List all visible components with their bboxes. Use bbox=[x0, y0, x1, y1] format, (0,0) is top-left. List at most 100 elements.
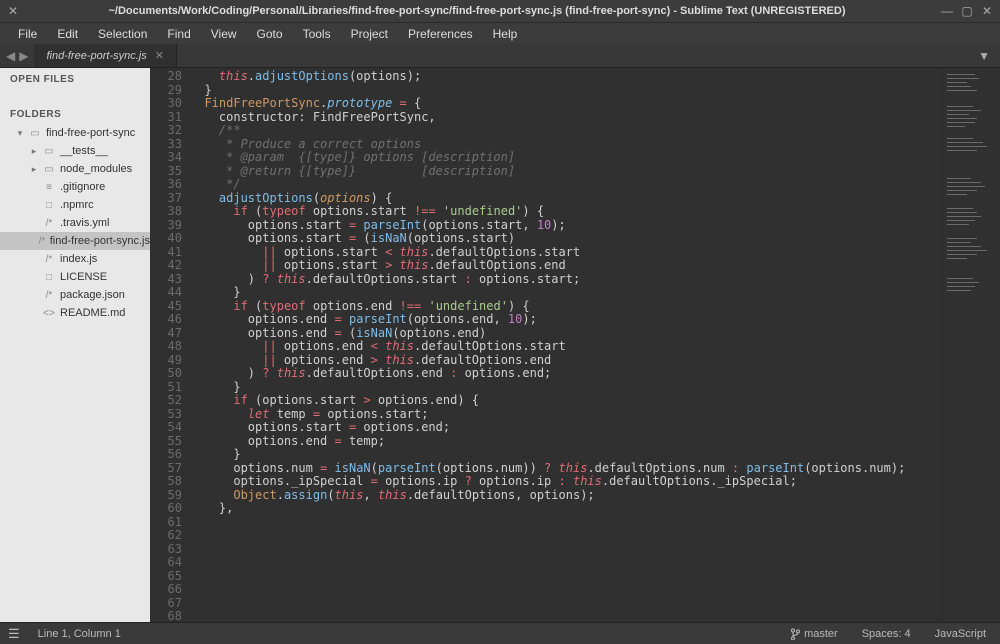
code-line: FindFreePortSync.prototype = { bbox=[190, 97, 942, 111]
code-line: adjustOptions(options) { bbox=[190, 192, 942, 206]
code-line: options.start = parseInt(options.start, … bbox=[190, 219, 942, 233]
line-gutter: 2829303132333435363738394041424344454647… bbox=[150, 68, 190, 622]
file-index-js[interactable]: /*index.js bbox=[0, 250, 150, 268]
file-LICENSE[interactable]: □ LICENSE bbox=[0, 268, 150, 286]
project-root[interactable]: ▾ ▭ find-free-port-sync bbox=[0, 124, 150, 142]
menu-project[interactable]: Project bbox=[341, 25, 398, 43]
file-README-md[interactable]: <> README.md bbox=[0, 304, 150, 322]
file-icon: /* bbox=[42, 218, 56, 229]
window-titlebar: ✕ ~/Documents/Work/Coding/Personal/Libra… bbox=[0, 0, 1000, 22]
folder-__tests__[interactable]: ▸▭__tests__ bbox=[0, 142, 150, 160]
branch-name: master bbox=[804, 628, 838, 640]
tab-label: find-free-port-sync.js bbox=[46, 50, 146, 62]
code-line: if (typeof options.end !== 'undefined') … bbox=[190, 300, 942, 314]
code-line: options.num = isNaN(parseInt(options.num… bbox=[190, 462, 942, 476]
folder-node_modules[interactable]: ▸ ▭ node_modules bbox=[0, 160, 150, 178]
menu-file[interactable]: File bbox=[8, 25, 47, 43]
syntax[interactable]: JavaScript bbox=[929, 626, 992, 642]
code-line: } bbox=[190, 286, 942, 300]
window-title: ~/Documents/Work/Coding/Personal/Librari… bbox=[20, 5, 934, 17]
file-icon: ≡ bbox=[42, 182, 56, 193]
folder-label: __tests__ bbox=[60, 145, 108, 157]
menu-find[interactable]: Find bbox=[157, 25, 200, 43]
menu-preferences[interactable]: Preferences bbox=[398, 25, 483, 43]
menu-edit[interactable]: Edit bbox=[47, 25, 88, 43]
file-label: README.md bbox=[60, 307, 125, 319]
status-bar: ☰ Line 1, Column 1 master Spaces: 4 Java… bbox=[0, 622, 1000, 644]
code-line: Object.assign(this, this.defaultOptions,… bbox=[190, 489, 942, 503]
tab-close-icon[interactable]: ✕ bbox=[155, 49, 164, 62]
file-label: .gitignore bbox=[60, 181, 105, 193]
file-label: .travis.yml bbox=[60, 217, 110, 229]
file-icon: /* bbox=[38, 236, 45, 247]
code-area[interactable]: this.adjustOptions(options); } FindFreeP… bbox=[190, 68, 942, 622]
close-icon[interactable]: ✕ bbox=[6, 4, 20, 18]
code-line: this.adjustOptions(options); bbox=[190, 70, 942, 84]
history-forward-icon[interactable]: ▶ bbox=[19, 49, 28, 63]
code-line: || options.start < this.defaultOptions.s… bbox=[190, 246, 942, 260]
folders-header: FOLDERS bbox=[0, 103, 150, 124]
code-line: if (options.start > options.end) { bbox=[190, 394, 942, 408]
code-line: options.start = (isNaN(options.start) bbox=[190, 232, 942, 246]
menu-selection[interactable]: Selection bbox=[88, 25, 157, 43]
code-line: * @param {[type]} options [description] bbox=[190, 151, 942, 165]
folder-label: node_modules bbox=[60, 163, 132, 175]
code-line: ) ? this.defaultOptions.end : options.en… bbox=[190, 367, 942, 381]
git-branch[interactable]: master bbox=[784, 626, 844, 642]
code-line: options.end = parseInt(options.end, 10); bbox=[190, 313, 942, 327]
maximize-icon[interactable]: ▢ bbox=[960, 4, 974, 18]
code-line: }, bbox=[190, 502, 942, 516]
code-line: * Produce a correct options bbox=[190, 138, 942, 152]
chevron-down-icon: ▾ bbox=[16, 128, 24, 139]
minimap[interactable] bbox=[942, 68, 1000, 622]
folder-icon: ▭ bbox=[42, 164, 56, 175]
menu-icon[interactable]: ☰ bbox=[8, 626, 20, 642]
tab-bar: ◀ ▶ find-free-port-sync.js ✕ ▼ bbox=[0, 44, 1000, 68]
file-icon: □ bbox=[42, 200, 56, 211]
file-label: find-free-port-sync.js bbox=[50, 235, 150, 247]
chevron-right-icon: ▸ bbox=[30, 164, 38, 175]
code-line: || options.end > this.defaultOptions.end bbox=[190, 354, 942, 368]
menu-view[interactable]: View bbox=[201, 25, 247, 43]
file-icon: □ bbox=[42, 272, 56, 283]
code-line: ) ? this.defaultOptions.start : options.… bbox=[190, 273, 942, 287]
minimize-icon[interactable]: ― bbox=[940, 4, 954, 18]
menubar: FileEditSelectionFindViewGotoToolsProjec… bbox=[0, 22, 1000, 44]
close-window-icon[interactable]: ✕ bbox=[980, 4, 994, 18]
code-line: } bbox=[190, 381, 942, 395]
file-label: .npmrc bbox=[60, 199, 94, 211]
menu-tools[interactable]: Tools bbox=[293, 25, 341, 43]
code-line: if (typeof options.start !== 'undefined'… bbox=[190, 205, 942, 219]
code-line: options.end = (isNaN(options.end) bbox=[190, 327, 942, 341]
code-line: options._ipSpecial = options.ip ? option… bbox=[190, 475, 942, 489]
indentation[interactable]: Spaces: 4 bbox=[856, 626, 917, 642]
file-icon: /* bbox=[42, 254, 56, 265]
file-find-free-port-sync-js[interactable]: /* find-free-port-sync.js bbox=[0, 232, 150, 250]
file-label: LICENSE bbox=[60, 271, 107, 283]
tab-dropdown-icon[interactable]: ▼ bbox=[968, 44, 1000, 67]
sidebar: OPEN FILES FOLDERS ▾ ▭ find-free-port-sy… bbox=[0, 68, 150, 622]
file-icon: <> bbox=[42, 308, 56, 319]
code-line: options.start = options.end; bbox=[190, 421, 942, 435]
tab-active[interactable]: find-free-port-sync.js ✕ bbox=[34, 44, 176, 67]
code-line: */ bbox=[190, 178, 942, 192]
menu-goto[interactable]: Goto bbox=[247, 25, 293, 43]
open-files-header: OPEN FILES bbox=[0, 68, 150, 89]
history-back-icon[interactable]: ◀ bbox=[6, 49, 15, 63]
code-line: options.end = temp; bbox=[190, 435, 942, 449]
menu-help[interactable]: Help bbox=[483, 25, 528, 43]
file--npmrc[interactable]: □ .npmrc bbox=[0, 196, 150, 214]
code-line: || options.end < this.defaultOptions.sta… bbox=[190, 340, 942, 354]
code-line: /** bbox=[190, 124, 942, 138]
code-line: || options.start > this.defaultOptions.e… bbox=[190, 259, 942, 273]
file-package-json[interactable]: /*package.json bbox=[0, 286, 150, 304]
folder-open-icon: ▭ bbox=[28, 128, 42, 139]
code-line: let temp = options.start; bbox=[190, 408, 942, 422]
code-editor[interactable]: 2829303132333435363738394041424344454647… bbox=[150, 68, 1000, 622]
project-name: find-free-port-sync bbox=[46, 127, 135, 139]
cursor-position[interactable]: Line 1, Column 1 bbox=[32, 626, 127, 642]
file--travis-yml[interactable]: /* .travis.yml bbox=[0, 214, 150, 232]
file--gitignore[interactable]: ≡ .gitignore bbox=[0, 178, 150, 196]
file-icon: /* bbox=[42, 290, 56, 301]
code-line: } bbox=[190, 84, 942, 98]
